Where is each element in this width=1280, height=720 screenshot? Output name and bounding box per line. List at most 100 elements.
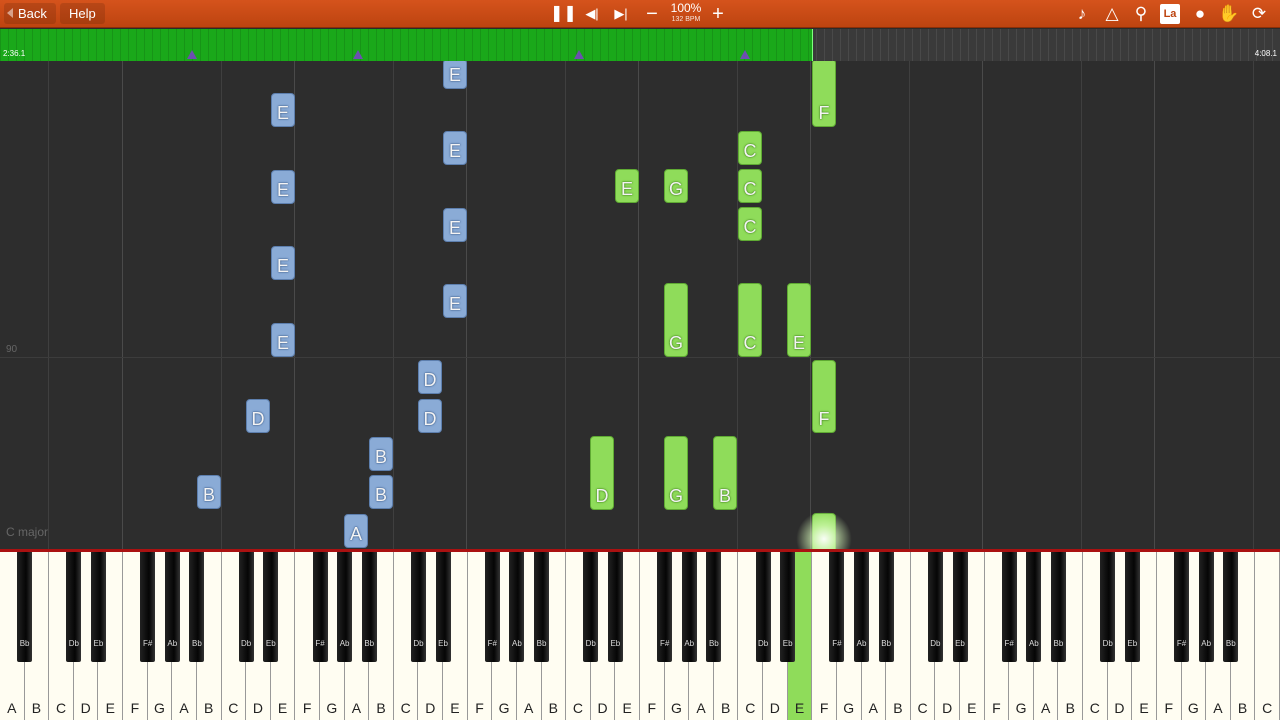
key-label: Bb	[536, 639, 547, 648]
piano-key-black[interactable]: Bb	[1050, 552, 1066, 662]
piano-key-black[interactable]: Bb	[534, 552, 550, 662]
key-label: Db	[413, 639, 424, 648]
back-button[interactable]: Back	[4, 3, 56, 24]
bookmark-marker[interactable]	[353, 50, 363, 59]
piano-key-black[interactable]: Eb	[1124, 552, 1140, 662]
piano-key-black[interactable]: F#	[484, 552, 500, 662]
piano-key-black[interactable]: Ab	[854, 552, 870, 662]
piano-key-black[interactable]: Ab	[337, 552, 353, 662]
key-label: A	[868, 700, 878, 716]
piano-key-black[interactable]: Db	[583, 552, 599, 662]
key-label: Bb	[1053, 639, 1064, 648]
piano-key-black[interactable]: Bb	[878, 552, 894, 662]
note-right-hand: G	[664, 283, 688, 357]
key-label: Eb	[265, 639, 276, 648]
grid-line	[1253, 61, 1254, 549]
piano-key-black[interactable]: Db	[755, 552, 771, 662]
key-press-glow	[796, 511, 852, 549]
bpm-readout: 132 BPM	[671, 16, 701, 23]
piano-key-black[interactable]: Db	[410, 552, 426, 662]
minus-icon[interactable]: −	[641, 0, 663, 28]
key-label: A	[7, 700, 17, 716]
key-label: Eb	[93, 639, 104, 648]
key-label: F	[819, 700, 829, 716]
piano-key-black[interactable]: Bb	[1223, 552, 1239, 662]
key-label: B	[1237, 700, 1248, 716]
key-label: E	[277, 700, 288, 716]
piano-key-black[interactable]: Eb	[952, 552, 968, 662]
skip-forward-icon[interactable]: ▶|	[610, 0, 632, 28]
loop-icon[interactable]: ⟳	[1248, 3, 1270, 25]
key-label: Ab	[1028, 639, 1039, 648]
piano-key-black[interactable]: Eb	[607, 552, 623, 662]
note-right-hand: C	[738, 283, 762, 357]
piano-key-black[interactable]: Db	[66, 552, 82, 662]
key-label: Db	[585, 639, 596, 648]
rewind-icon[interactable]: ◀​|	[581, 0, 603, 28]
key-label: F#	[1004, 639, 1014, 648]
key-label: E	[1139, 700, 1149, 716]
plus-icon[interactable]: +	[707, 0, 729, 28]
key-label: C	[55, 700, 67, 716]
bookmark-marker[interactable]	[187, 50, 197, 59]
piano-key-black[interactable]: Ab	[164, 552, 180, 662]
key-label: E	[794, 700, 805, 716]
note-right-hand: B	[713, 436, 737, 510]
piano-key-black[interactable]: F#	[140, 552, 156, 662]
note-right-hand: C	[738, 169, 762, 203]
piano-key-black[interactable]: F#	[829, 552, 845, 662]
song-progress-bar[interactable]: 2:36.1 4:08.1	[0, 29, 1280, 61]
note-icon[interactable]: ♪	[1071, 3, 1093, 25]
piano-key-black[interactable]: F#	[312, 552, 328, 662]
key-label: D	[252, 700, 263, 716]
key-label: Bb	[19, 639, 30, 648]
piano-key-black[interactable]: Bb	[706, 552, 722, 662]
piano-key-white[interactable]: C	[1255, 552, 1280, 720]
hand-icon[interactable]: ✋	[1218, 3, 1240, 25]
key-label: G	[326, 700, 338, 716]
piano-key-black[interactable]: Ab	[509, 552, 525, 662]
magnifier-icon[interactable]: ⚲	[1130, 3, 1152, 25]
key-label: C	[572, 700, 583, 716]
piano-key-black[interactable]: Eb	[90, 552, 106, 662]
key-label: A	[1040, 700, 1051, 716]
piano-key-black[interactable]: Eb	[263, 552, 279, 662]
help-button[interactable]: Help	[60, 3, 105, 24]
key-signature-label: C major	[6, 525, 49, 539]
grid-line	[48, 61, 49, 549]
piano-key-black[interactable]: Bb	[189, 552, 205, 662]
piano-key-black[interactable]: F#	[1174, 552, 1190, 662]
key-label: F#	[143, 639, 153, 648]
key-label: E	[967, 700, 977, 716]
key-label: E	[105, 700, 115, 716]
piano-keyboard[interactable]: ABCDEFGABCDEFGABCDEFGABCDEFGABCDEFGABCDE…	[0, 549, 1280, 720]
piano-key-black[interactable]: F#	[1001, 552, 1017, 662]
piano-key-black[interactable]: Ab	[1198, 552, 1214, 662]
metronome-icon[interactable]: △	[1101, 3, 1123, 25]
piano-key-black[interactable]: Db	[238, 552, 254, 662]
key-label: C	[1089, 700, 1100, 716]
loop-end-time: 4:08.1	[1254, 49, 1277, 58]
key-label: F#	[659, 639, 670, 648]
bookmark-marker[interactable]	[740, 50, 750, 59]
piano-key-black[interactable]: Eb	[435, 552, 451, 662]
piano-key-black[interactable]: F#	[657, 552, 673, 662]
grid-line	[565, 61, 566, 549]
note-left-hand: D	[418, 360, 442, 394]
bookmark-marker[interactable]	[574, 50, 584, 59]
piano-key-black[interactable]: Bb	[17, 552, 33, 662]
note-right-hand: D	[590, 436, 614, 510]
measure-number: 90	[6, 344, 18, 355]
piano-key-black[interactable]: Db	[927, 552, 943, 662]
pause-icon[interactable]: ❚❚	[550, 0, 577, 28]
location-pin-icon[interactable]: ●	[1189, 3, 1211, 25]
grid-line	[393, 61, 394, 549]
piano-key-black[interactable]: Ab	[681, 552, 697, 662]
piano-key-black[interactable]: Db	[1100, 552, 1116, 662]
piano-key-black[interactable]: Bb	[361, 552, 377, 662]
label-icon[interactable]: La	[1160, 4, 1180, 24]
piano-key-black[interactable]: Eb	[780, 552, 796, 662]
note-left-hand: E	[443, 61, 467, 89]
key-label: F	[130, 700, 140, 716]
piano-key-black[interactable]: Ab	[1026, 552, 1042, 662]
